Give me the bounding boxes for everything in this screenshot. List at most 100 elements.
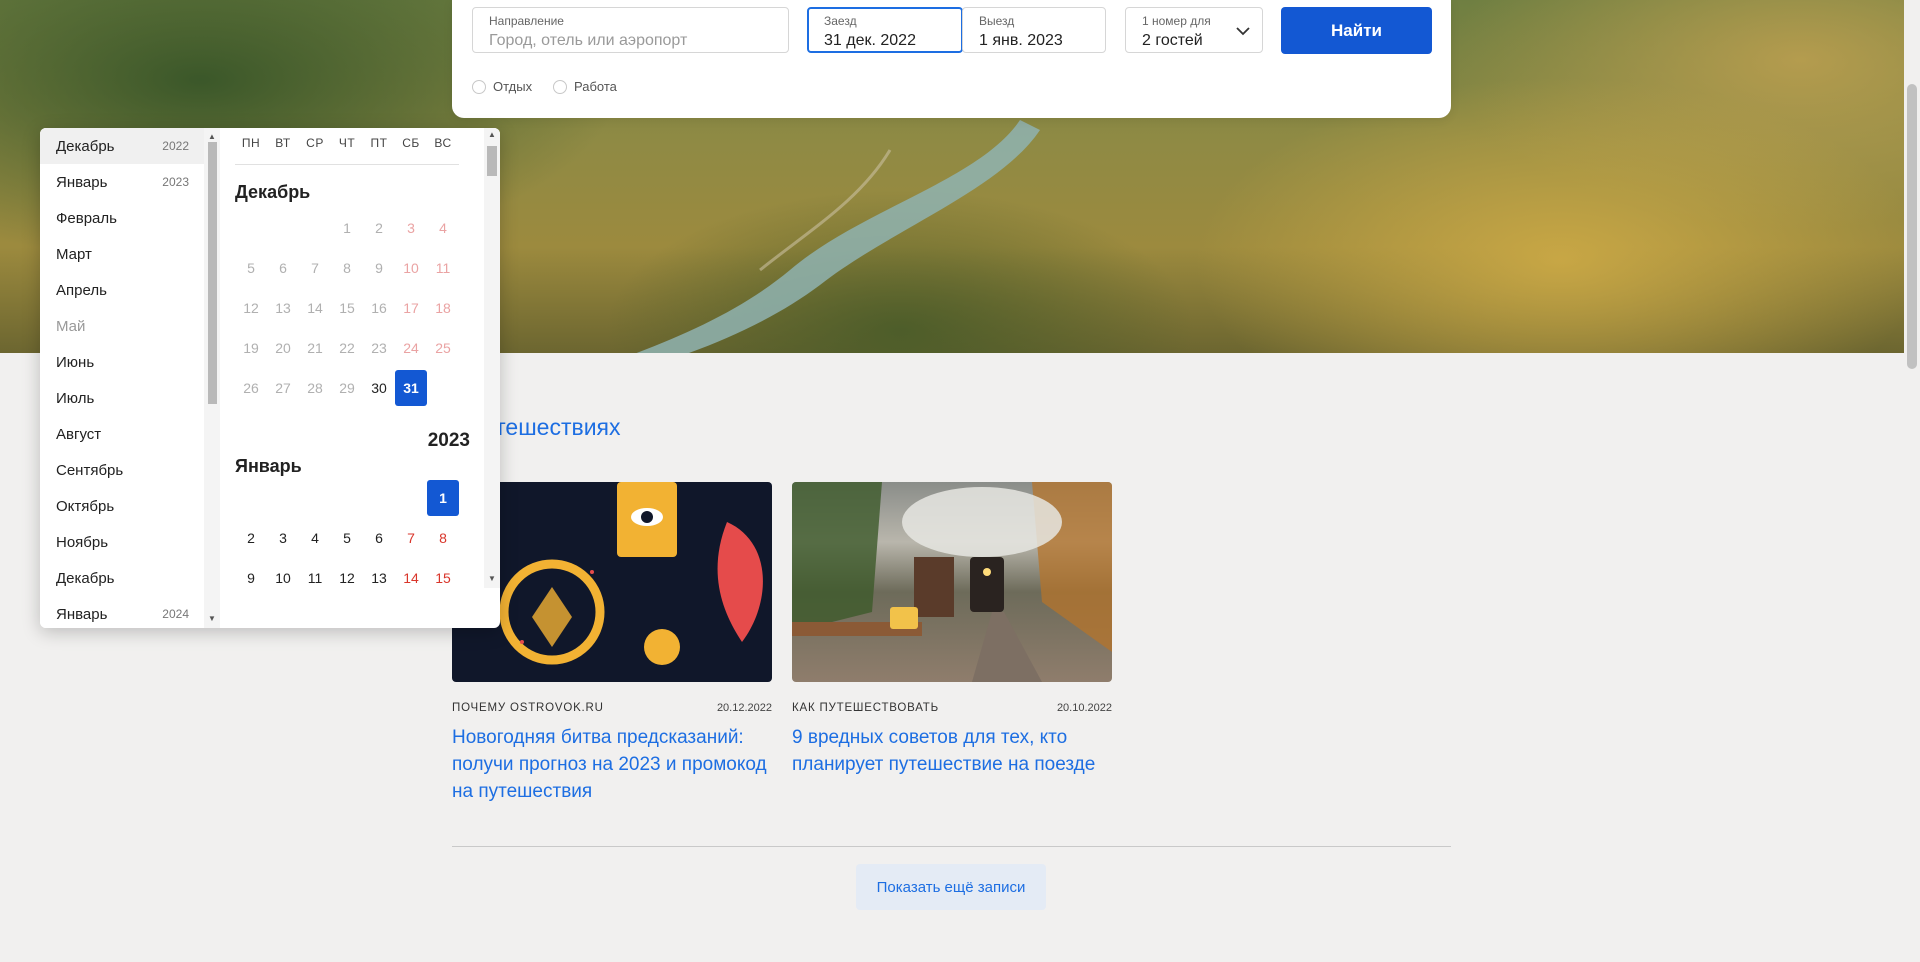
search-panel: Направление Город, отель или аэропорт За…: [452, 0, 1451, 118]
month-list-item[interactable]: Август: [40, 416, 205, 452]
month-list-item-name: Август: [56, 425, 102, 443]
blog-card-title[interactable]: 9 вредных советов для тех, кто планирует…: [792, 724, 1112, 778]
calendar-day: 9: [375, 260, 383, 276]
show-more-button[interactable]: Показать ещё записи: [856, 864, 1046, 910]
calendar-day[interactable]: 11: [299, 560, 331, 596]
month-list-item[interactable]: Февраль: [40, 200, 205, 236]
weekday-label: ВТ: [275, 136, 291, 150]
month-list-item[interactable]: Апрель: [40, 272, 205, 308]
month-list-item[interactable]: Март: [40, 236, 205, 272]
calendar-day[interactable]: 2: [235, 520, 267, 556]
scroll-down-icon[interactable]: ▼: [208, 614, 216, 623]
calendar-day[interactable]: 3: [267, 520, 299, 556]
month-list-item-name: Июль: [56, 389, 95, 407]
search-button[interactable]: Найти: [1281, 7, 1432, 54]
selected-day[interactable]: 31: [395, 370, 427, 406]
month-list-scrollbar-thumb[interactable]: [208, 142, 217, 404]
calendar-day: 16: [371, 300, 387, 316]
trip-type-work[interactable]: Работа: [553, 79, 617, 94]
calendar-day[interactable]: 12: [331, 560, 363, 596]
checkin-field[interactable]: Заезд 31 дек. 2022: [807, 7, 963, 53]
calendar-day[interactable]: 6: [363, 520, 395, 556]
radio-icon[interactable]: [553, 79, 567, 94]
checkin-label: Заезд: [824, 14, 857, 28]
destination-placeholder: Город, отель или аэропорт: [489, 32, 688, 49]
page-scrollbar[interactable]: [1904, 0, 1920, 962]
weekday-label: ЧТ: [338, 136, 356, 150]
calendar-day[interactable]: 13: [363, 560, 395, 596]
checkout-field[interactable]: Выезд 1 янв. 2023: [962, 7, 1106, 53]
checkin-value: 31 дек. 2022: [824, 32, 916, 49]
month-list-item-name: Май: [56, 317, 86, 335]
calendar-day[interactable]: 8: [427, 520, 459, 556]
month-list-item[interactable]: Январь 2023: [40, 164, 205, 200]
month-list-item-name: Декабрь: [56, 137, 115, 155]
month-list-item[interactable]: Сентябрь: [40, 452, 205, 488]
calendar-day: 23: [371, 340, 387, 356]
month-list-item[interactable]: Октябрь: [40, 488, 205, 524]
calendar-day: 19: [243, 340, 259, 356]
month-list-item-year: 2022: [162, 139, 189, 153]
weekday-label: СР: [306, 136, 324, 150]
blog-card-category: КАК ПУТЕШЕСТВОВАТЬ: [792, 702, 939, 714]
page-scrollbar-thumb[interactable]: [1907, 84, 1917, 369]
month-list-scrollbar[interactable]: ▲ ▼: [204, 128, 220, 628]
calendar-day: 22: [339, 340, 355, 356]
destination-field[interactable]: Направление Город, отель или аэропорт: [472, 7, 789, 53]
month-list-item-name: Февраль: [56, 209, 117, 227]
guests-field[interactable]: 1 номер для 2 гостей: [1125, 7, 1263, 53]
blog-card-image-train[interactable]: [792, 482, 1112, 682]
month-list-item[interactable]: Июнь: [40, 344, 205, 380]
month-list-item-name: Январь: [56, 173, 108, 191]
calendar-grid-area: ПН ВТ СР ЧТ ПТ СБ ВС Декабрь 2023 Январь 12345…: [220, 128, 500, 588]
year-label: 2023: [427, 430, 470, 451]
date-picker-popup: Декабрь 2022 Январь 2023 Февраль Март Апрель Ма…: [40, 128, 500, 628]
calendar-day[interactable]: 10: [267, 560, 299, 596]
calendar-day: 28: [307, 380, 323, 396]
calendar-scrollbar[interactable]: ▲ ▼: [484, 128, 500, 588]
guests-value: 2 гостей: [1142, 32, 1203, 49]
month-list-item[interactable]: Июль: [40, 380, 205, 416]
calendar-day: 3: [407, 220, 415, 236]
month-list-item[interactable]: Ноябрь: [40, 524, 205, 560]
blog-card-image-predictions[interactable]: [452, 482, 772, 682]
blog-card[interactable]: ПОЧЕМУ OSTROVOK.RU 20.12.2022 Новогодняя…: [452, 482, 772, 805]
trip-type-work-label: Работа: [574, 79, 617, 94]
weekday-label: СБ: [402, 136, 420, 150]
calendar-day[interactable]: 14: [395, 560, 427, 596]
month-list-item[interactable]: Январь 2024: [40, 596, 205, 628]
trip-type-leisure[interactable]: Отдых: [472, 79, 532, 94]
calendar-day[interactable]: 9: [235, 560, 267, 596]
month-list-item-name: Декабрь: [56, 569, 115, 587]
radio-icon[interactable]: [472, 79, 486, 94]
calendar-day: 4: [439, 220, 447, 236]
calendar-day: 20: [275, 340, 291, 356]
scroll-up-icon[interactable]: ▲: [488, 130, 496, 139]
blog-card-category: ПОЧЕМУ OSTROVOK.RU: [452, 702, 604, 714]
calendar-day: 26: [243, 380, 259, 396]
calendar-scrollbar-thumb[interactable]: [487, 146, 497, 176]
calendar-day[interactable]: 4: [299, 520, 331, 556]
calendar-day[interactable]: 15: [427, 560, 459, 596]
calendar-day: 29: [339, 380, 355, 396]
calendar-day[interactable]: 30: [363, 370, 395, 406]
calendar-day[interactable]: 5: [331, 520, 363, 556]
calendar-day: 24: [403, 340, 419, 356]
scroll-up-icon[interactable]: ▲: [208, 132, 216, 141]
scroll-down-icon[interactable]: ▼: [488, 574, 496, 583]
month-list-item[interactable]: Декабрь: [40, 560, 205, 596]
month-list-item-name: Ноябрь: [56, 533, 109, 551]
month-list-item[interactable]: Декабрь 2022: [40, 128, 205, 164]
blog-card[interactable]: КАК ПУТЕШЕСТВОВАТЬ 20.10.2022 9 вредных …: [792, 482, 1112, 778]
trip-type-leisure-label: Отдых: [493, 79, 533, 94]
selected-day[interactable]: 1: [427, 480, 459, 516]
month-title-december: Декабрь: [235, 182, 311, 202]
river-illustration: [636, 120, 1040, 353]
month-list-item[interactable]: Май: [40, 308, 205, 344]
calendar-day[interactable]: 7: [395, 520, 427, 556]
blog-card-title[interactable]: Новогодняя битва предсказаний: получи пр…: [452, 724, 772, 805]
calendar-day: 17: [403, 300, 419, 316]
calendar-day: 14: [307, 300, 323, 316]
calendar-day: 18: [435, 300, 451, 316]
calendar-day: 25: [435, 340, 451, 356]
